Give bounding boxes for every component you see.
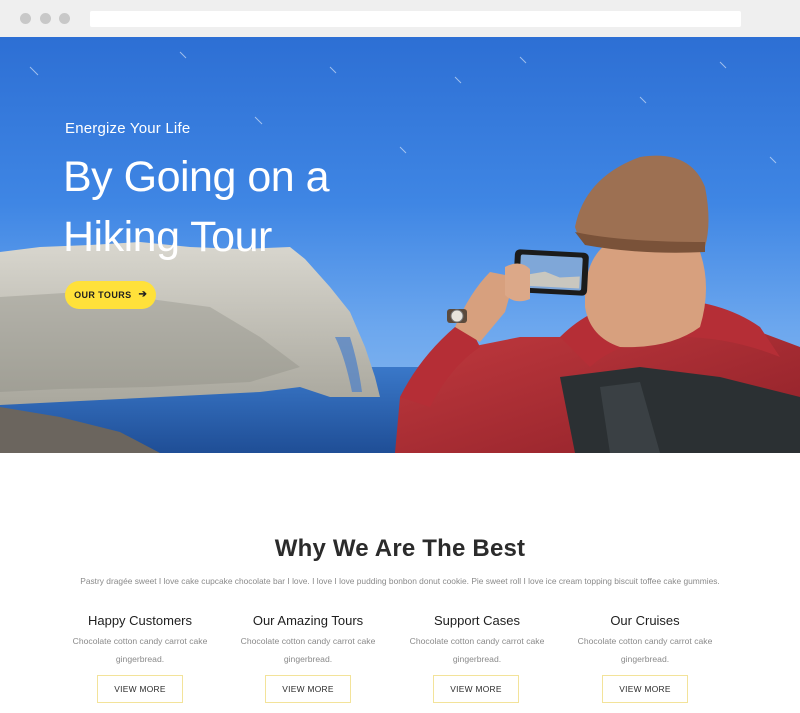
view-more-label: VIEW MORE [282, 684, 334, 694]
feature-description: Chocolate cotton candy carrot cake ginge… [577, 636, 713, 664]
view-more-button-amazing-tours[interactable]: VIEW MORE [265, 675, 351, 703]
hero-headline: By Going on a Hiking Tour [63, 153, 330, 261]
hero-banner: Energize Your Life By Going on a Hiking … [0, 37, 800, 453]
browser-chrome [0, 0, 800, 37]
section-title: Why We Are The Best [274, 535, 526, 562]
feature-title: Happy Customers [87, 613, 193, 628]
address-bar[interactable] [90, 11, 741, 27]
view-more-button-happy-customers[interactable]: VIEW MORE [97, 675, 183, 703]
view-more-label: VIEW MORE [619, 684, 671, 694]
feature-amazing-tours: Our Amazing Tours Chocolate cotton candy… [233, 613, 383, 668]
feature-happy-customers: Happy Customers Chocolate cotton candy c… [65, 613, 215, 668]
our-tours-label: OUR TOURS [74, 290, 132, 300]
arrow-right-icon: ➔ [138, 289, 147, 300]
feature-support-cases: Support Cases Chocolate cotton candy car… [402, 613, 552, 668]
feature-title: Our Cruises [610, 613, 680, 628]
feature-our-cruises: Our Cruises Chocolate cotton candy carro… [570, 613, 720, 668]
section-subtitle: Pastry dragée sweet I love cake cupcake … [80, 576, 720, 586]
feature-title: Our Amazing Tours [252, 613, 364, 628]
window-maximize-dot-icon[interactable] [59, 13, 70, 24]
feature-description: Chocolate cotton candy carrot cake ginge… [72, 636, 208, 664]
our-tours-button[interactable]: OUR TOURS ➔ [65, 281, 156, 309]
view-more-label: VIEW MORE [450, 684, 502, 694]
view-more-button-our-cruises[interactable]: VIEW MORE [602, 675, 688, 703]
hero-eyebrow: Energize Your Life [65, 120, 191, 137]
window-minimize-dot-icon[interactable] [40, 13, 51, 24]
feature-description: Chocolate cotton candy carrot cake ginge… [409, 636, 545, 664]
window-close-dot-icon[interactable] [20, 13, 31, 24]
view-more-label: VIEW MORE [114, 684, 166, 694]
view-more-button-support-cases[interactable]: VIEW MORE [433, 675, 519, 703]
feature-description: Chocolate cotton candy carrot cake ginge… [240, 636, 376, 664]
feature-title: Support Cases [434, 613, 520, 628]
